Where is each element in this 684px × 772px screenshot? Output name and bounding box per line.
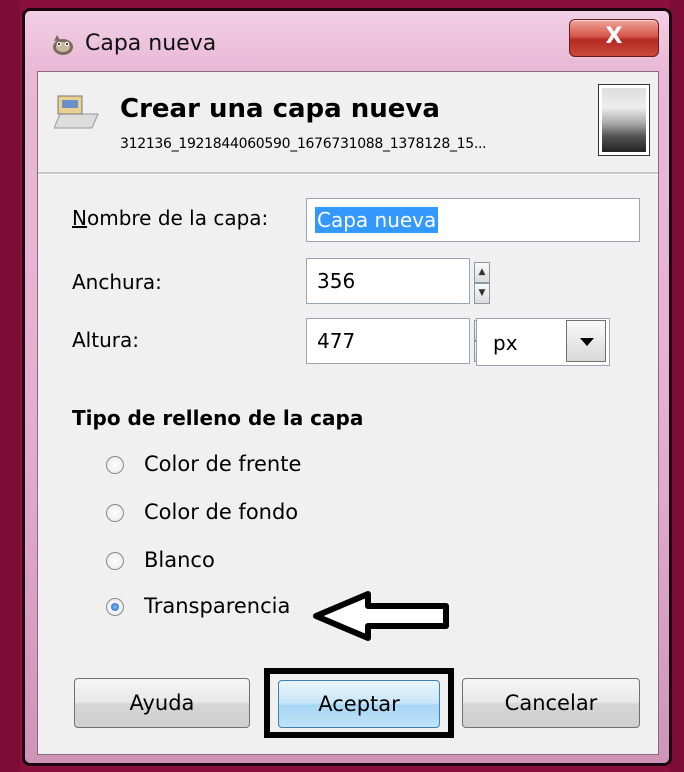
width-input[interactable]: 356 [306,258,470,304]
radio-label: Transparencia [144,594,291,618]
radio-label: Blanco [144,548,215,572]
radio-button[interactable] [106,552,124,570]
desktop-left-edge [0,0,20,772]
layer-name-label-text: ombre de la capa: [86,206,269,230]
help-label: Ayuda [129,691,195,715]
image-filename: 312136_1921844060590_1676731088_1378128_… [120,136,487,152]
ok-button[interactable]: Aceptar [278,680,440,728]
radio-label: Color de frente [144,452,302,476]
help-button[interactable]: Ayuda [74,678,250,728]
unit-dropdown-button[interactable] [566,320,606,362]
close-button[interactable]: X [569,19,659,57]
height-value: 477 [317,329,356,353]
gimp-icon [53,35,73,55]
radio-button-selected[interactable] [106,598,124,616]
radio-button[interactable] [106,456,124,474]
annotation-highlight-box: Aceptar [264,668,454,738]
width-up-button[interactable]: ▲ [474,262,490,283]
unit-value: px [493,331,518,355]
dialog-header: Crear una capa nueva 312136_192184406059… [38,72,658,182]
mnemonic-n: N [72,206,87,230]
layer-name-selected-text: Capa nueva [315,207,439,233]
radio-label: Color de fondo [144,500,299,524]
width-spinner: ▲ ▼ [474,262,490,304]
width-label: Anchura: [72,270,162,294]
cancel-button[interactable]: Cancelar [462,678,640,728]
dialog-window: Capa nueva X Crear una capa nueva 312136… [22,8,672,766]
cancel-label: Cancelar [504,691,598,715]
ok-label: Aceptar [318,692,400,716]
height-input[interactable]: 477 [306,318,470,364]
desktop-right-edge [670,0,684,772]
annotation-arrow-icon [313,591,449,641]
width-value: 356 [317,269,356,293]
header-divider [38,172,658,175]
layer-name-label: Nombre de la capa: [72,206,268,230]
new-layer-icon [54,95,99,129]
layer-name-input[interactable]: Capa nueva [306,198,640,242]
width-down-button[interactable]: ▼ [474,283,490,304]
header-title: Crear una capa nueva [120,94,440,124]
window-title: Capa nueva [85,31,217,56]
radio-button[interactable] [106,504,124,522]
dialog-content: Crear una capa nueva 312136_192184406059… [37,71,659,755]
image-thumbnail [598,84,650,156]
fill-type-title: Tipo de relleno de la capa [72,406,364,430]
height-label: Altura: [72,328,139,352]
